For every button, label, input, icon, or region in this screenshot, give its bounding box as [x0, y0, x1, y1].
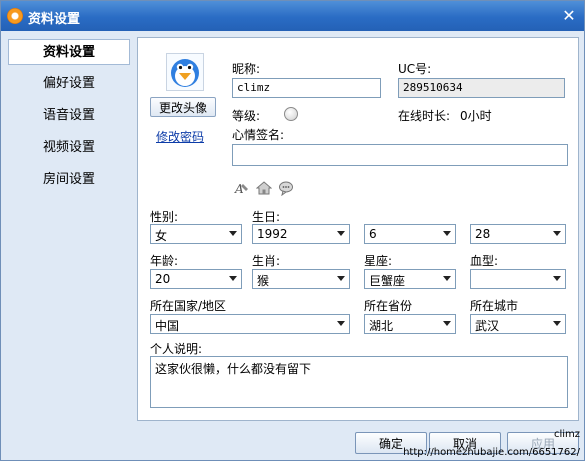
settings-window: 资料设置 ✕ 资料设置 偏好设置 语音设置 视频设置 房间设置 更改头像 修改密…: [0, 0, 585, 461]
change-password-link[interactable]: 修改密码: [156, 128, 204, 145]
chevron-down-icon: [553, 321, 561, 326]
blood-type-label: 血型:: [470, 254, 499, 268]
age-value: 20: [155, 272, 171, 286]
province-select[interactable]: 湖北: [364, 314, 456, 334]
penguin-avatar-icon: [171, 59, 199, 87]
chevron-down-icon: [443, 231, 451, 236]
gender-select[interactable]: 女: [150, 224, 242, 244]
birthday-day-value: 28: [475, 227, 491, 241]
birthday-label: 生日:: [252, 210, 281, 224]
chevron-down-icon: [337, 231, 345, 236]
country-select[interactable]: 中国: [150, 314, 350, 334]
level-moon-icon: [284, 107, 298, 121]
uc-number-field: 289510634: [398, 78, 565, 98]
country-label: 所在国家/地区: [150, 299, 227, 313]
city-label: 所在城市: [470, 299, 519, 313]
chevron-down-icon: [553, 231, 561, 236]
province-label: 所在省份: [364, 299, 413, 313]
constellation-value: 巨蟹座: [369, 274, 406, 288]
watermark-user: climz: [553, 429, 580, 440]
birthday-month-value: 6: [369, 227, 377, 241]
age-label: 年龄:: [150, 254, 179, 268]
age-select[interactable]: 20: [150, 269, 242, 289]
sidebar-item-room[interactable]: 房间设置: [8, 167, 130, 193]
constellation-select[interactable]: 巨蟹座: [364, 269, 456, 289]
birthday-year-value: 1992: [257, 227, 288, 241]
sidebar: 资料设置 偏好设置 语音设置 视频设置 房间设置: [5, 37, 131, 207]
comment-icon[interactable]: [278, 180, 294, 197]
country-value: 中国: [155, 319, 180, 333]
chevron-down-icon: [229, 276, 237, 281]
constellation-label: 星座:: [364, 254, 393, 268]
province-value: 湖北: [369, 319, 394, 333]
gender-label: 性别:: [150, 210, 179, 224]
gender-value: 女: [155, 229, 168, 243]
window-title: 资料设置: [28, 12, 81, 27]
chevron-down-icon: [553, 276, 561, 281]
close-icon[interactable]: ✕: [560, 7, 578, 25]
online-time-label: 在线时长:: [398, 109, 451, 123]
sidebar-item-voice[interactable]: 语音设置: [8, 103, 130, 129]
font-style-icon[interactable]: A: [234, 180, 250, 196]
sidebar-item-video[interactable]: 视频设置: [8, 135, 130, 161]
description-label: 个人说明:: [150, 342, 203, 356]
birthday-year-select[interactable]: 1992: [252, 224, 350, 244]
title-bar[interactable]: 资料设置 ✕: [1, 1, 584, 31]
watermark-url: http://homezhubajie.com/6651762/: [403, 447, 580, 458]
nickname-label: 昵称:: [232, 62, 261, 76]
mood-signature-input[interactable]: [232, 144, 568, 166]
chevron-down-icon: [443, 276, 451, 281]
signature-toolbar: A: [234, 180, 294, 197]
zodiac-label: 生肖:: [252, 254, 281, 268]
zodiac-value: 猴: [257, 274, 270, 288]
chevron-down-icon: [443, 321, 451, 326]
svg-text:A: A: [234, 182, 244, 196]
change-avatar-button[interactable]: 更改头像: [150, 97, 216, 117]
birthday-day-select[interactable]: 28: [470, 224, 566, 244]
mood-label: 心情签名:: [232, 128, 285, 142]
chevron-down-icon: [337, 276, 345, 281]
city-select[interactable]: 武汉: [470, 314, 566, 334]
sidebar-item-profile[interactable]: 资料设置: [8, 39, 130, 65]
home-icon[interactable]: [255, 180, 273, 196]
avatar[interactable]: [166, 53, 204, 91]
uc-label: UC号:: [398, 62, 432, 76]
nickname-input[interactable]: climz: [232, 78, 381, 98]
birthday-month-select[interactable]: 6: [364, 224, 456, 244]
zodiac-select[interactable]: 猴: [252, 269, 350, 289]
level-label: 等级:: [232, 109, 261, 123]
description-textarea[interactable]: 这家伙很懒，什么都没有留下: [150, 356, 568, 408]
city-value: 武汉: [475, 319, 500, 333]
app-logo-icon: [7, 8, 23, 24]
sidebar-item-preferences[interactable]: 偏好设置: [8, 71, 130, 97]
chevron-down-icon: [229, 231, 237, 236]
chevron-down-icon: [337, 321, 345, 326]
profile-panel: 更改头像 修改密码 昵称: climz UC号: 289510634 等级: 在…: [137, 37, 579, 421]
online-time-value: 0小时: [460, 109, 492, 123]
blood-type-select[interactable]: [470, 269, 566, 289]
